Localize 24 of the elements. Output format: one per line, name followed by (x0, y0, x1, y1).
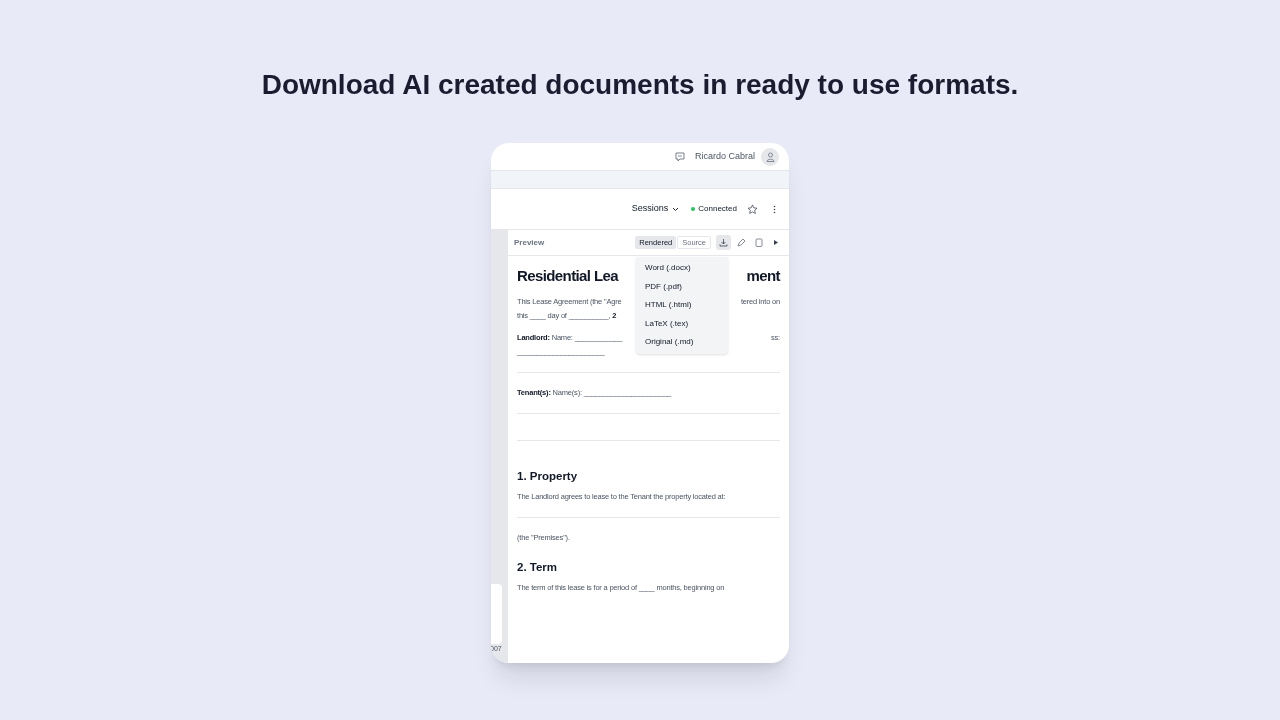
menu-item[interactable]: PDF (.pdf) (636, 277, 728, 296)
play-icon[interactable] (773, 239, 779, 246)
download-icon (719, 238, 728, 247)
clipboard-icon[interactable] (755, 238, 763, 247)
sessions-dropdown[interactable]: Sessions (631, 202, 680, 216)
edit-icon[interactable] (737, 238, 746, 247)
document-title: Residential Lea (517, 266, 619, 286)
document-title: ment (746, 266, 780, 286)
connection-status: Connected (698, 203, 737, 215)
section-heading: 2. Term (517, 560, 558, 575)
section-heading: 1. Property (517, 469, 578, 484)
preview-title: Preview (514, 236, 545, 249)
download-button[interactable] (716, 235, 731, 250)
menu-item[interactable]: Original (.md) (636, 333, 728, 352)
chevron-down-icon (672, 206, 680, 212)
menu-item[interactable]: HTML (.html) (636, 296, 728, 315)
avatar[interactable] (761, 147, 779, 166)
star-icon[interactable] (747, 203, 758, 215)
headline: Download AI created documents in ready to use formats. (261, 68, 1019, 102)
feedback-icon[interactable] (674, 151, 685, 162)
person-icon (765, 151, 775, 162)
menu-item[interactable]: LaTeX (.tex) (636, 314, 728, 333)
user-name: Ricardo Cabral (694, 149, 755, 163)
menu-item[interactable]: Word (.docx) (636, 259, 728, 278)
